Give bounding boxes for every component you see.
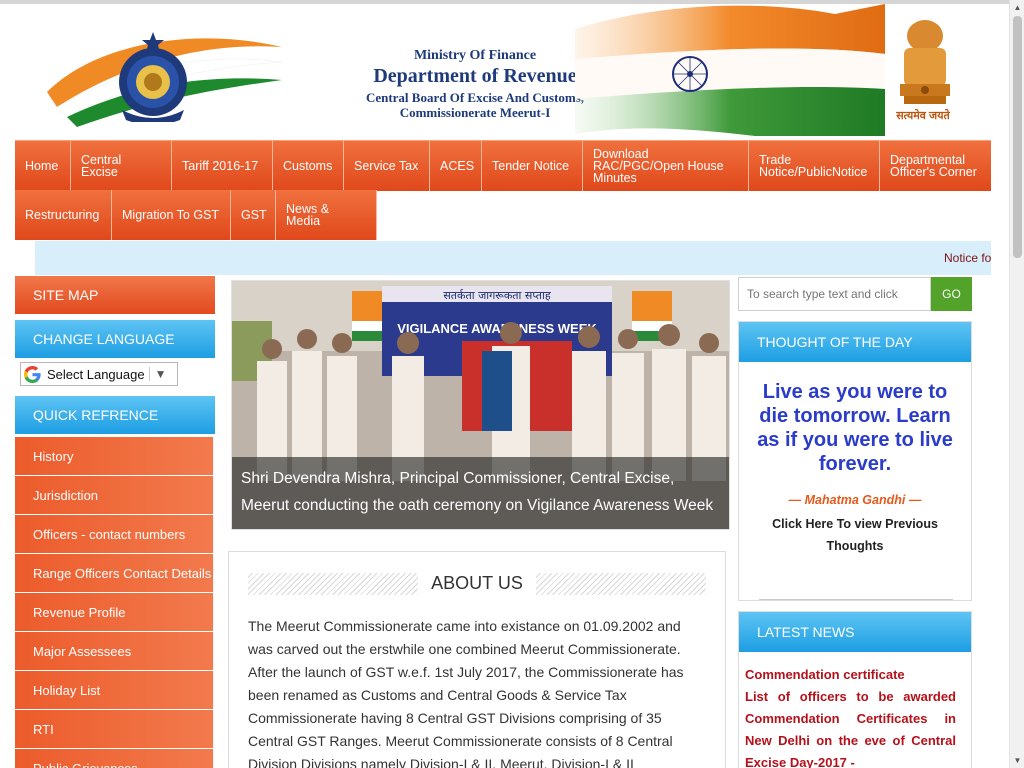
cbec-emblem-icon	[119, 32, 187, 122]
nav-gst[interactable]: GST	[231, 190, 276, 240]
banner-english-text: VIGILANCE AWARENESS WEEK	[397, 321, 597, 336]
news-item-description[interactable]: List of officers to be awarded Commendat…	[745, 686, 956, 768]
scroll-up-arrow-icon[interactable]: ▲	[1010, 0, 1024, 15]
sidebar-item-range-officers[interactable]: Range Officers Contact Details	[15, 554, 214, 592]
board-name: Central Board Of Excise And Customs,	[365, 90, 585, 105]
ministry-name: Ministry Of Finance	[413, 48, 537, 63]
sidebar-item-rti[interactable]: RTI	[15, 710, 214, 748]
language-selector-box: Select Language ▼	[15, 358, 215, 396]
change-language-heading: CHANGE LANGUAGE	[15, 320, 215, 358]
sidebar-item-holiday-list[interactable]: Holiday List	[15, 671, 214, 709]
nav-restructuring[interactable]: Restructuring	[15, 190, 112, 240]
previous-thoughts-link[interactable]: Click Here To view Previous Thoughts	[739, 513, 971, 557]
dropdown-caret-icon: ▼	[148, 367, 166, 381]
nav-home[interactable]: Home	[15, 141, 71, 191]
quick-reference-list: History Jurisdiction Officers - contact …	[15, 437, 215, 768]
nav-trade-notice[interactable]: Trade Notice/PublicNotice	[749, 141, 880, 191]
about-us-text: The Meerut Commissionerate came into exi…	[248, 618, 684, 768]
nav-migration-gst[interactable]: Migration To GST	[112, 190, 231, 240]
scroll-down-arrow-icon[interactable]: ▼	[1010, 753, 1024, 768]
sidebar-item-officers-contact[interactable]: Officers - contact numbers	[15, 515, 214, 553]
nav-news-media[interactable]: News & Media	[276, 190, 377, 240]
department-name: Department of Revenue	[373, 65, 577, 87]
sidebar-item-major-assessees[interactable]: Major Assessees	[15, 632, 214, 670]
ashoka-emblem-icon	[900, 20, 950, 104]
nav-tender-notice[interactable]: Tender Notice	[482, 141, 583, 191]
photo-slider[interactable]: सतर्कता जागरूकता सप्ताह VIGILANCE AWAREN…	[231, 280, 730, 530]
quick-reference-heading: QUICK REFRENCE	[15, 396, 215, 434]
thought-author: — Mahatma Gandhi —	[788, 493, 922, 507]
search-input[interactable]	[738, 277, 931, 311]
commissionerate-name: Commissionerate Meerut-I	[399, 105, 551, 120]
nav-officers-corner[interactable]: Departmental Officer's Corner	[880, 141, 991, 191]
left-sidebar: SITE MAP CHANGE LANGUAGE Select Language…	[15, 276, 215, 768]
tricolor-flag-banner	[575, 4, 885, 136]
page-scrollbar[interactable]: ▲ ▼	[1009, 0, 1024, 768]
news-item[interactable]: Commendation certificate List of officer…	[739, 652, 971, 768]
language-select-label: Select Language	[47, 366, 145, 382]
latest-news-panel: LATEST NEWS Commendation certificate Lis…	[738, 611, 972, 768]
scroll-thumb[interactable]	[1013, 16, 1022, 258]
nav-customs[interactable]: Customs	[273, 141, 344, 191]
main-navigation: Home Central Excise Tariff 2016-17 Custo…	[15, 140, 995, 240]
sidebar-item-history[interactable]: History	[15, 437, 214, 475]
news-item-title[interactable]: Commendation certificate	[745, 664, 956, 686]
site-header: Ministry Of Finance Department of Revenu…	[15, 4, 995, 140]
nav-tariff[interactable]: Tariff 2016-17	[172, 141, 273, 191]
nav-central-excise[interactable]: Central Excise	[71, 141, 172, 191]
language-select[interactable]: Select Language ▼	[20, 362, 178, 386]
nav-download-minutes[interactable]: Download RAC/PGC/Open House Minutes	[583, 141, 749, 191]
search-go-button[interactable]: GO	[931, 277, 972, 311]
about-us-title: ABOUT US	[431, 573, 523, 593]
nav-row-2: Restructuring Migration To GST GST News …	[15, 190, 377, 240]
department-title: Ministry Of Finance Department of Revenu…	[350, 48, 600, 120]
sidebar-item-public-grievances[interactable]: Public Grievances	[15, 749, 214, 768]
sidebar-item-jurisdiction[interactable]: Jurisdiction	[15, 476, 214, 514]
google-icon	[24, 365, 41, 383]
motto-text: सत्यमेव जयते	[896, 110, 950, 122]
thought-heading: THOUGHT OF THE DAY	[739, 322, 971, 362]
nav-service-tax[interactable]: Service Tax	[344, 141, 430, 191]
banner-hindi-text: सतर्कता जागरूकता सप्ताह	[443, 289, 551, 302]
thought-divider	[759, 599, 953, 600]
notice-marquee: Notice fo	[35, 241, 991, 275]
about-us-panel: ABOUT US The Meerut Commissionerate came…	[228, 551, 726, 768]
notice-marquee-text[interactable]: Notice fo	[944, 251, 991, 265]
nav-aces[interactable]: ACES	[430, 141, 482, 191]
latest-news-heading: LATEST NEWS	[739, 612, 971, 652]
thought-quote: Live as you were to die tomorrow. Learn …	[757, 381, 953, 475]
slider-caption: Shri Devendra Mishra, Principal Commissi…	[232, 457, 729, 529]
search-bar: GO	[738, 277, 972, 311]
nav-row-1: Home Central Excise Tariff 2016-17 Custo…	[15, 140, 991, 191]
site-map-link[interactable]: SITE MAP	[15, 276, 215, 314]
sidebar-item-revenue-profile[interactable]: Revenue Profile	[15, 593, 214, 631]
about-title-row: ABOUT US	[248, 572, 706, 596]
thought-of-day-panel: THOUGHT OF THE DAY Live as you were to d…	[738, 321, 972, 601]
